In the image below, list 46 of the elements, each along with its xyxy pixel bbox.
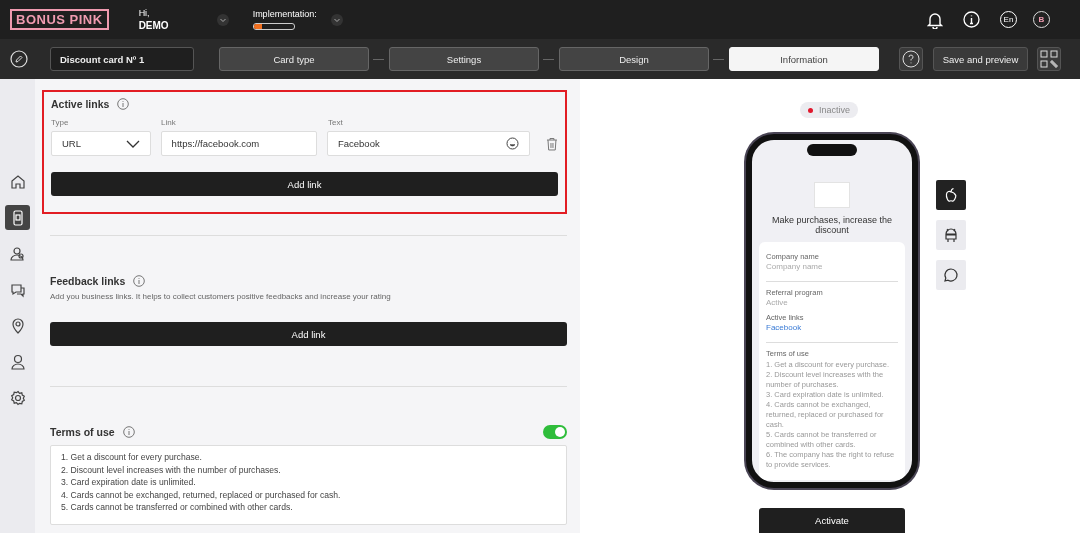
toggle-switch[interactable] bbox=[543, 425, 567, 439]
add-link-button[interactable]: Add link bbox=[50, 322, 567, 346]
card-thumbnail bbox=[814, 182, 850, 208]
field-value: Company name bbox=[766, 262, 824, 271]
card-name-field[interactable]: Discount card Nº 1 bbox=[50, 47, 194, 71]
step-tab[interactable]: Information bbox=[729, 47, 879, 71]
field-link[interactable]: Facebook bbox=[766, 323, 898, 332]
greeting-text: Hi, bbox=[138, 8, 151, 18]
chat-bubble-icon[interactable] bbox=[943, 267, 959, 283]
implementation-label: Implementation: bbox=[252, 9, 318, 19]
column-label: Link bbox=[161, 118, 177, 127]
column-label: Type bbox=[51, 118, 70, 127]
type-dropdown[interactable]: URL bbox=[51, 131, 151, 156]
logo: BONUS PINK bbox=[10, 9, 109, 30]
chevron-down-icon[interactable] bbox=[125, 139, 140, 148]
section-title: Active links bbox=[51, 98, 110, 110]
bell-icon[interactable] bbox=[927, 10, 943, 29]
android-platform-button[interactable] bbox=[936, 220, 966, 250]
chat-platform-button[interactable] bbox=[936, 260, 966, 290]
activate-button[interactable]: Activate bbox=[759, 508, 905, 533]
section-description: Add you business links. It helps to collect customers positive feedbacks and increase your rating bbox=[50, 292, 392, 301]
camera-notch bbox=[807, 144, 857, 156]
emoji-icon[interactable] bbox=[506, 137, 520, 150]
step-tab[interactable]: Settings bbox=[389, 47, 539, 71]
card-title: Make purchases, increase the discount bbox=[770, 215, 894, 235]
save-preview-button[interactable]: Save and preview bbox=[933, 47, 1028, 71]
field-value: Active bbox=[766, 298, 789, 307]
step-tab[interactable]: Design bbox=[559, 47, 709, 71]
apple-icon[interactable] bbox=[943, 187, 959, 203]
pencil-icon[interactable] bbox=[10, 50, 28, 68]
android-icon[interactable] bbox=[943, 227, 959, 243]
column-label: Text bbox=[328, 118, 344, 127]
terms-textarea[interactable]: 1. Get a discount for every purchase. 2. Discount level increases with the number of purchases. 3. Card expiration date is unlimited. 4. Cards cannot be exchanged, returned, replaced or purchased for cash. 5. Cards cannot be transferred or combined with other cards. bbox=[50, 445, 567, 525]
trash-icon[interactable] bbox=[546, 136, 558, 151]
status-badge: Inactive bbox=[800, 102, 858, 118]
apple-platform-button[interactable] bbox=[936, 180, 966, 210]
user-name: DEMO bbox=[138, 20, 170, 31]
section-title: Feedback links bbox=[50, 275, 126, 287]
qr-code-button[interactable] bbox=[1037, 47, 1061, 71]
section-title: Terms of use bbox=[50, 426, 115, 438]
step-tab[interactable]: Card type bbox=[219, 47, 369, 71]
link-input[interactable]: https://facebook.com bbox=[160, 131, 317, 156]
text-input[interactable]: Facebook bbox=[326, 131, 531, 156]
help-button[interactable] bbox=[899, 47, 923, 71]
add-link-button[interactable]: Add link bbox=[51, 172, 558, 196]
avatar-button[interactable]: B bbox=[1033, 11, 1050, 28]
